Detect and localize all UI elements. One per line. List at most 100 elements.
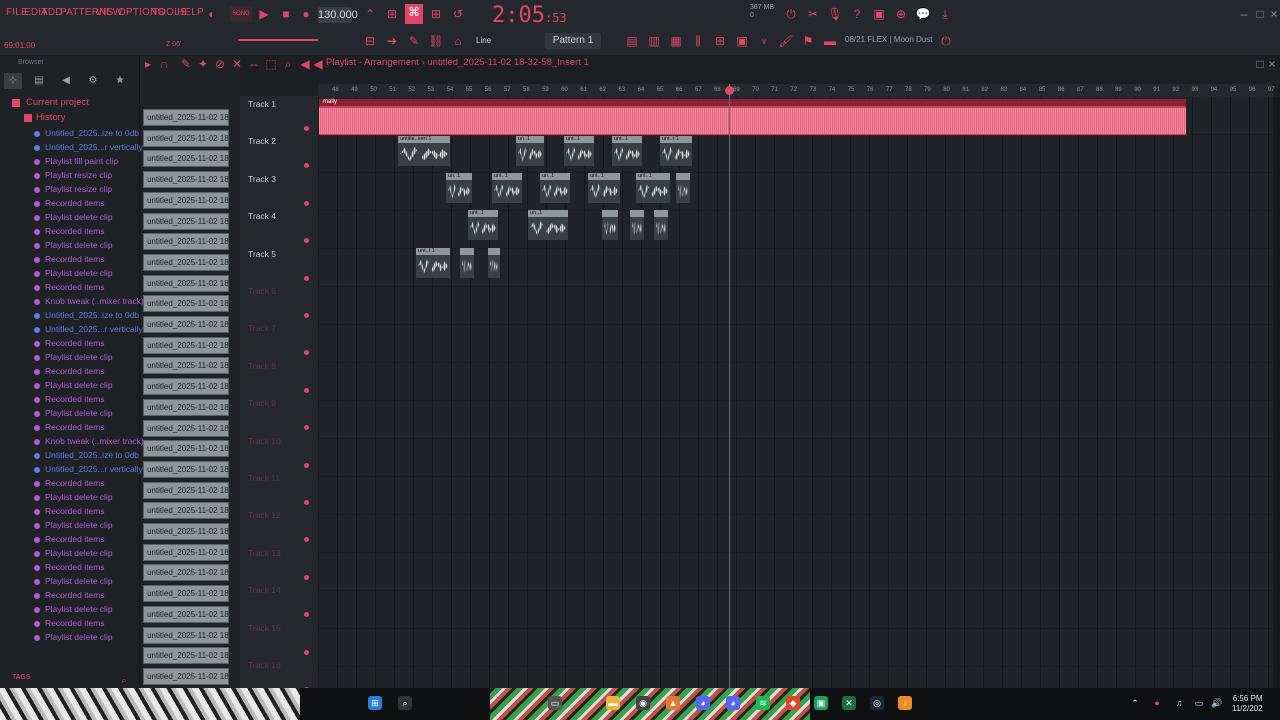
history-item[interactable]: Knob tweak (..mixer track): [45, 296, 144, 306]
track-label[interactable]: Track 2: [248, 136, 276, 146]
audio-clip[interactable]: un..1: [528, 210, 568, 240]
draw-icon[interactable]: ✎: [178, 56, 194, 72]
channel-rack-icon[interactable]: ▥: [646, 33, 662, 49]
channel-button[interactable]: untitled_2025-11-02 18-...: [143, 398, 229, 416]
pattern-selector[interactable]: Pattern 1: [545, 33, 601, 49]
channel-button[interactable]: untitled_2025-11-02 18-...: [143, 419, 229, 437]
history-item[interactable]: Untitled_2025..ize to 0db: [45, 128, 139, 138]
pat-song-switch-icon[interactable]: ◐: [204, 6, 220, 22]
history-item[interactable]: Playlist delete clip: [45, 212, 113, 222]
history-item[interactable]: Untitled_2025...r vertically: [45, 464, 143, 474]
link-icon[interactable]: ⛓: [428, 33, 444, 49]
history-item[interactable]: Recorded items: [45, 282, 105, 292]
vertical-scrollbar[interactable]: [1273, 97, 1280, 688]
audio-clip[interactable]: un..1: [446, 173, 472, 203]
channel-button[interactable]: untitled_2025-11-02 18-...: [143, 316, 229, 333]
playlist-close-icon[interactable]: ×: [1266, 56, 1278, 72]
audio-clip[interactable]: unt..1: [612, 136, 642, 166]
channel-button[interactable]: untitled_2025-11-02 18-...: [143, 502, 229, 520]
history-item[interactable]: Recorded items: [45, 394, 105, 404]
history-item[interactable]: Playlist delete clip: [45, 604, 113, 614]
stop-icon[interactable]: ■: [278, 6, 294, 22]
save-icon[interactable]: ▣: [871, 6, 887, 22]
pencil-icon[interactable]: ✎: [406, 33, 422, 49]
record-icon[interactable]: ●: [298, 6, 314, 22]
history-item[interactable]: Playlist delete clip: [45, 380, 113, 390]
channel-button[interactable]: untitled_2025-11-02 18-...: [143, 564, 229, 582]
chrome-icon[interactable]: ◉: [636, 696, 650, 710]
app-icon[interactable]: ▲: [666, 696, 680, 710]
channel-button[interactable]: untitled_2025-11-02 18-...: [143, 274, 229, 292]
channel-button[interactable]: untitled_2025-11-02 18-...: [143, 605, 229, 623]
slip-icon[interactable]: ⇔: [246, 56, 262, 72]
channel-button[interactable]: untitled_2025-11-02 18-...: [143, 171, 229, 189]
select-icon[interactable]: ⬚: [263, 56, 279, 72]
history-item[interactable]: Recorded items: [45, 506, 105, 516]
track-label[interactable]: Track 4: [248, 211, 276, 221]
track-label[interactable]: Track 9: [248, 398, 276, 408]
tray-app-icon[interactable]: ●: [1150, 696, 1164, 710]
tool-line-label[interactable]: Line: [476, 36, 491, 45]
track-enable-dot[interactable]: [304, 425, 309, 431]
channel-button[interactable]: untitled_2025-11-02 18-...: [143, 647, 229, 665]
piano-roll-icon[interactable]: ▦: [668, 33, 684, 49]
browser-plugin-icon[interactable]: ⚙: [84, 73, 102, 89]
history-item[interactable]: Playlist delete clip: [45, 352, 113, 362]
minimize-icon[interactable]: –: [1236, 6, 1252, 22]
history-item[interactable]: Playlist fill paint clip: [45, 156, 118, 166]
audio-clip[interactable]: [602, 210, 618, 240]
track-enable-dot[interactable]: [304, 649, 309, 655]
browser-star-icon[interactable]: ★: [111, 73, 129, 89]
search-icon[interactable]: ⌕: [118, 672, 130, 685]
track-enable-dot[interactable]: [304, 387, 309, 393]
track-label[interactable]: Track 11: [248, 473, 280, 483]
play-icon[interactable]: ▶: [256, 6, 272, 22]
loop-record-icon[interactable]: ↺: [450, 6, 466, 22]
task-view-icon[interactable]: ▭: [548, 696, 562, 710]
browser-all-icon[interactable]: ⊹: [4, 73, 22, 89]
blend-notes-icon[interactable]: ⊞: [428, 6, 444, 22]
audio-clip[interactable]: untitle..sert 1: [398, 136, 450, 166]
history-item[interactable]: Playlist delete clip: [45, 576, 113, 586]
app-green-icon[interactable]: ▣: [814, 696, 828, 710]
channel-button[interactable]: untitled_2025-11-02 18-...: [143, 460, 229, 478]
channel-button[interactable]: untitled_2025-11-02 18-...: [143, 585, 229, 603]
channel-button[interactable]: untitled_2025-11-02 18-...: [143, 667, 229, 685]
download-icon[interactable]: ⤓: [937, 6, 953, 22]
zoom-icon[interactable]: ⌕: [280, 56, 296, 72]
track-enable-dot[interactable]: [304, 350, 309, 356]
history-item[interactable]: Recorded items: [45, 366, 105, 376]
history-item[interactable]: Playlist delete clip: [45, 548, 113, 558]
channel-button[interactable]: untitled_2025-11-02 18-...: [143, 233, 229, 251]
tray-mic-icon[interactable]: ♫: [1172, 696, 1186, 710]
track-label[interactable]: Track 16: [248, 660, 281, 670]
track-enable-dot[interactable]: [304, 163, 309, 169]
search-taskbar-icon[interactable]: ⌕: [398, 696, 412, 710]
channel-button[interactable]: untitled_2025-11-02 18-...: [143, 150, 229, 168]
track-label[interactable]: Track 10: [248, 436, 281, 446]
track-enable-dot[interactable]: [304, 500, 309, 505]
tempo-display[interactable]: 130.000: [318, 7, 358, 23]
tree-current-project[interactable]: Current project: [26, 97, 89, 108]
playhead[interactable]: [729, 84, 730, 688]
audio-clip[interactable]: [460, 248, 474, 278]
audio-clip[interactable]: unt..t 1: [416, 248, 450, 278]
channel-button[interactable]: untitled_2025-11-02 18-...: [143, 357, 229, 375]
history-item[interactable]: Untitled_2025...r vertically: [45, 142, 143, 152]
track-label[interactable]: Track 15: [248, 623, 281, 633]
magnet-icon[interactable]: ∩: [156, 56, 172, 72]
history-item[interactable]: Knob tweak (..mixer track): [45, 436, 144, 446]
history-item[interactable]: Playlist delete clip: [45, 408, 113, 418]
countdown-icon[interactable]: ⌘: [405, 4, 423, 24]
brush-icon[interactable]: 🖌: [778, 33, 794, 49]
track-enable-dot[interactable]: [304, 612, 309, 618]
paint-icon[interactable]: ✦: [195, 56, 211, 72]
channel-button[interactable]: untitled_2025-11-02 18-...: [143, 212, 229, 230]
track-enable-dot[interactable]: [304, 238, 309, 244]
history-item[interactable]: Playlist delete clip: [45, 268, 113, 278]
start-icon[interactable]: ⊞: [368, 696, 382, 710]
volume-icon[interactable]: 🔊: [1210, 696, 1224, 710]
spotify-icon[interactable]: ≋: [756, 696, 770, 710]
channel-button[interactable]: untitled_2025-11-02 18-...: [143, 378, 229, 396]
channel-button[interactable]: untitled_2025-11-02 18-...: [143, 336, 229, 354]
